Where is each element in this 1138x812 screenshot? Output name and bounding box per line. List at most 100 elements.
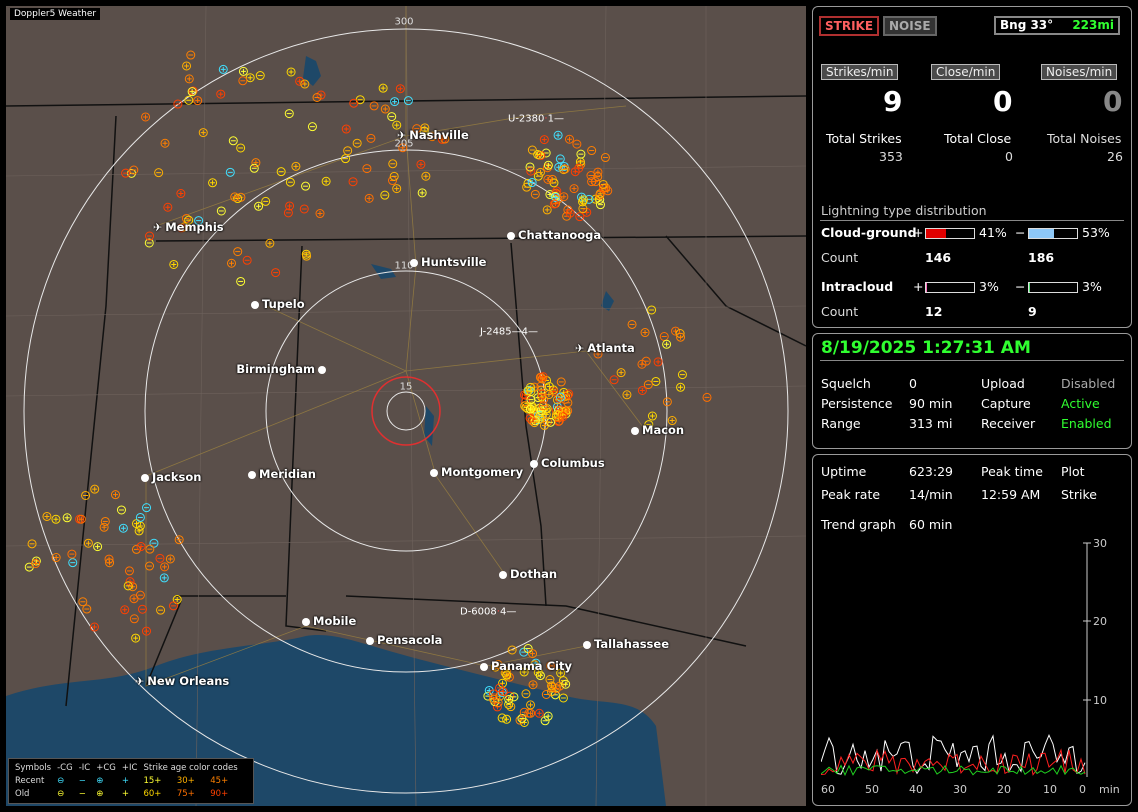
x-tick-60: 60	[821, 783, 835, 796]
city-dot-icon	[248, 470, 256, 479]
city-tupelo: Tupelo	[251, 297, 305, 311]
y-tick-20: 20	[1093, 615, 1107, 628]
trend-series-line	[821, 748, 1086, 776]
total-noises-label: Total Noises	[1047, 131, 1122, 146]
city-dot-icon	[410, 258, 418, 267]
noises-per-min-header[interactable]: Noises/min	[1041, 64, 1118, 80]
ring-label-15: 15	[399, 381, 413, 393]
app-title: Doppler5 Weather	[10, 8, 101, 20]
upload-status[interactable]: Disabled	[1061, 376, 1115, 391]
y-tick-10: 10	[1093, 694, 1107, 707]
city-tallahassee: Tallahassee	[583, 637, 669, 651]
total-strikes-label: Total Strikes	[826, 131, 902, 146]
cg-positive-bar	[925, 228, 975, 239]
peak-time-value: 12:59 AM	[981, 487, 1041, 502]
cloud-ground-label: Cloud-ground	[821, 225, 917, 240]
airport-icon: ✈	[153, 221, 163, 234]
trend-series-line	[821, 764, 1086, 777]
airport-icon: ✈	[135, 675, 145, 688]
cg-negative-bar	[1028, 228, 1078, 239]
city-dot-icon	[507, 231, 515, 240]
plot-value[interactable]: Strike	[1061, 487, 1097, 502]
lightning-map[interactable]: Doppler5 Weather 300 205 110 15 ✈ Nashvil…	[6, 6, 806, 806]
city-dot-icon	[631, 426, 639, 435]
city-dot-icon	[583, 640, 591, 649]
current-datetime: 8/19/2025 1:27:31 AM	[821, 338, 1031, 358]
strikes-per-min-value: 9	[883, 85, 903, 118]
city-dot-icon	[530, 459, 538, 468]
city-jackson: Jackson	[141, 470, 201, 484]
city-atlanta: ✈ Atlanta	[575, 341, 635, 355]
airport-icon: ✈	[575, 342, 585, 355]
trend-panel: Uptime 623:29 Peak time Plot Peak rate 1…	[812, 454, 1132, 806]
city-chattanooga: Chattanooga	[507, 228, 601, 242]
strike-mode-button[interactable]: STRIKE	[819, 16, 880, 36]
city-dot-icon	[318, 365, 326, 374]
noise-mode-button[interactable]: NOISE	[883, 16, 937, 36]
city-montgomery: Montgomery	[430, 465, 523, 479]
intracloud-label: Intracloud	[821, 279, 894, 294]
lake	[303, 56, 321, 86]
old-neg-ic-icon: −	[78, 788, 86, 799]
ic-negative-bar	[1028, 282, 1078, 293]
uptime-value: 623:29	[909, 464, 953, 479]
city-mobile: Mobile	[302, 614, 356, 628]
receiver-status[interactable]: Enabled	[1061, 416, 1112, 431]
recent-pos-ic-icon: +	[121, 775, 129, 786]
city-meridian: Meridian	[248, 467, 316, 481]
old-neg-cg-icon: ⊖	[57, 788, 65, 799]
city-nashville: ✈ Nashville	[397, 128, 469, 142]
old-pos-cg-icon: ⊕	[96, 788, 104, 799]
city-dot-icon	[251, 300, 259, 309]
city-dot-icon	[302, 617, 310, 626]
squelch-value[interactable]: 0	[909, 376, 917, 391]
total-close-label: Total Close	[944, 131, 1012, 146]
x-tick-40: 40	[909, 783, 923, 796]
roads	[145, 6, 647, 687]
total-close-value: 0	[1005, 149, 1013, 164]
ic-positive-bar	[925, 282, 975, 293]
strike-stats-panel: STRIKE NOISE Bng 33° 223mi Strikes/min Cl…	[812, 6, 1132, 328]
range-value[interactable]: 313 mi	[909, 416, 952, 431]
noises-per-min-value: 0	[1103, 85, 1123, 118]
airport-icon: ✈	[397, 129, 407, 142]
x-tick-0: 0	[1079, 783, 1086, 796]
state-borders	[6, 95, 806, 707]
bearing-range-readout: Bng 33° 223mi	[994, 16, 1120, 35]
x-tick-20: 20	[997, 783, 1011, 796]
city-pensacola: Pensacola	[366, 633, 442, 647]
x-tick-10: 10	[1043, 783, 1057, 796]
x-tick-30: 30	[953, 783, 967, 796]
city-dot-icon	[430, 468, 438, 477]
recent-neg-ic-icon: −	[78, 775, 86, 786]
sensor-label: J-2485—4—	[480, 326, 539, 338]
city-dot-icon	[480, 662, 488, 671]
total-strikes-value: 353	[879, 149, 903, 164]
strikes-per-min-header[interactable]: Strikes/min	[821, 64, 899, 80]
city-new-orleans: ✈ New Orleans	[135, 674, 230, 688]
ring-label-300: 300	[394, 16, 414, 28]
distribution-title: Lightning type distribution	[821, 203, 987, 218]
city-dot-icon	[499, 570, 507, 579]
total-noises-value: 26	[1107, 149, 1123, 164]
city-dothan: Dothan	[499, 567, 557, 581]
capture-status[interactable]: Active	[1061, 396, 1100, 411]
status-panel: 8/19/2025 1:27:31 AM Squelch 0 Upload Di…	[812, 333, 1132, 449]
peak-rate-value: 14/min	[909, 487, 953, 502]
y-tick-30: 30	[1093, 537, 1107, 550]
close-per-min-header[interactable]: Close/min	[931, 64, 1001, 80]
old-pos-ic-icon: +	[121, 788, 129, 799]
map-canvas	[6, 6, 806, 806]
city-panama-city: Panama City	[480, 659, 572, 673]
city-columbus: Columbus	[530, 456, 605, 470]
city-birmingham: Birmingham	[236, 362, 326, 376]
x-tick-50: 50	[865, 783, 879, 796]
city-dot-icon	[141, 473, 149, 482]
sensor-label: U-2380·1—	[508, 113, 564, 125]
lake	[601, 291, 614, 311]
close-per-min-value: 0	[993, 85, 1013, 118]
trend-window-value[interactable]: 60 min	[909, 517, 952, 532]
sensor-label: D-6008·4—	[460, 606, 517, 618]
city-macon: Macon	[631, 423, 684, 437]
persistence-value[interactable]: 90 min	[909, 396, 952, 411]
